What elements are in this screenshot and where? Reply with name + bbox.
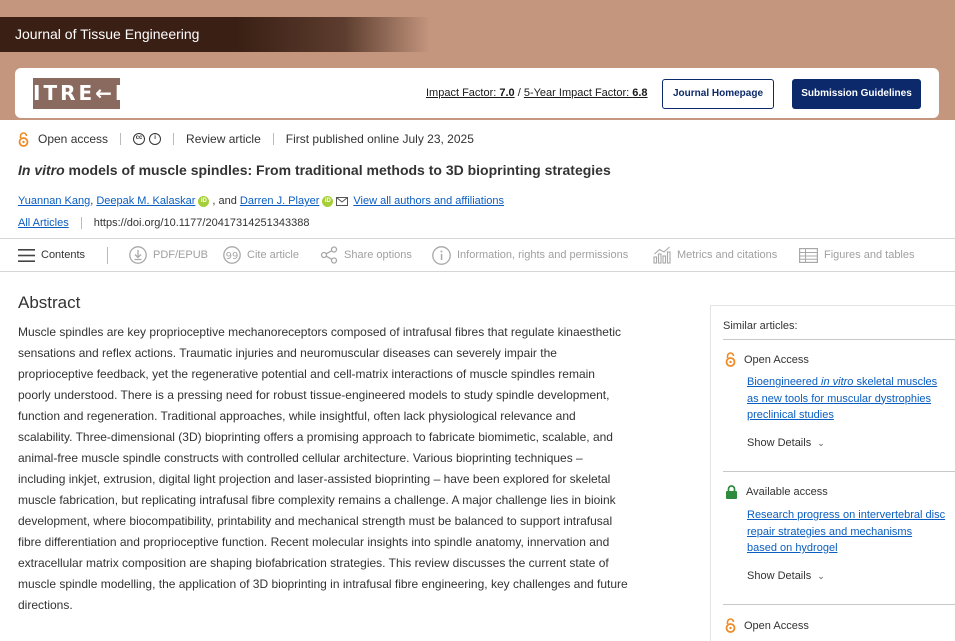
- creative-commons-icon[interactable]: cc: [133, 133, 146, 145]
- information-rights-button[interactable]: Information, rights and permissions: [432, 239, 628, 271]
- journal-logo[interactable]: ITRE←N: [33, 78, 132, 109]
- divider: [120, 133, 122, 145]
- divider: [272, 133, 274, 145]
- open-lock-icon: [725, 618, 736, 633]
- journal-homepage-button[interactable]: Journal Homepage: [662, 79, 774, 109]
- divider: [107, 247, 108, 264]
- share-label: Share options: [344, 249, 412, 261]
- metrics-citations-button[interactable]: Metrics and citations: [653, 239, 777, 271]
- info-icon: [432, 245, 451, 265]
- five-year-impact-label: 5-Year Impact Factor:: [523, 87, 633, 99]
- author-link[interactable]: Yuannan Kang: [18, 195, 90, 207]
- similar-article-link[interactable]: Bioengineered in vitro skeletal muscles …: [747, 374, 952, 424]
- journal-header: ITRE←N Impact Factor: 7.0 / 5-Year Impac…: [15, 68, 939, 118]
- link-text: skeletal muscles: [853, 376, 938, 388]
- author-link[interactable]: Deepak M. Kalaskar: [96, 195, 195, 207]
- menu-icon: [18, 248, 35, 262]
- link-text: preclinical studies: [747, 409, 834, 421]
- impact-factor-value: 7.0: [499, 87, 515, 99]
- doi-text[interactable]: https://doi.org/10.1177/2041731425134338…: [94, 217, 310, 229]
- impact-separator: /: [514, 87, 524, 99]
- article-title: In vitro models of muscle spindles: From…: [18, 162, 611, 178]
- link-text: repair strategies and mechanisms: [747, 525, 913, 538]
- contents-button[interactable]: Contents: [18, 239, 85, 271]
- chevron-down-icon: ⌄: [817, 570, 825, 581]
- and-text: , and: [212, 195, 240, 207]
- five-year-impact-value: 6.8: [632, 87, 648, 99]
- article-meta: Open access cc i Review article First pu…: [18, 130, 474, 148]
- pdf-label: PDF/EPUB: [153, 249, 209, 261]
- divider: [723, 339, 955, 340]
- article-type: Review article: [186, 132, 261, 146]
- submission-guidelines-button[interactable]: Submission Guidelines: [792, 79, 921, 109]
- svg-text:99: 99: [226, 251, 239, 262]
- divider: [723, 604, 955, 605]
- abstract-heading: Abstract: [18, 293, 81, 312]
- published-date: First published online July 23, 2025: [285, 132, 474, 146]
- similar-article-link[interactable]: Research progress on intervertebral disc…: [747, 507, 952, 557]
- access-label: Available access: [746, 486, 828, 498]
- title-rest: models of muscle spindles: From traditio…: [64, 162, 611, 178]
- access-label: Open Access: [744, 353, 809, 366]
- access-indicator: Available access: [725, 485, 828, 499]
- author-list: Yuannan Kang, Deepak M. Kalaskar iD , an…: [18, 195, 505, 207]
- journal-name[interactable]: Journal of Tissue Engineering: [0, 17, 430, 52]
- orcid-icon[interactable]: iD: [322, 195, 334, 207]
- cite-article-button[interactable]: 99 Cite article: [223, 239, 299, 271]
- abstract-text: Muscle spindles are key proprioceptive m…: [18, 325, 628, 612]
- access-indicator: Open Access: [725, 618, 809, 633]
- table-icon: [799, 247, 818, 263]
- divider: [173, 133, 175, 145]
- view-all-authors-link[interactable]: View all authors and affiliations: [353, 195, 504, 207]
- figures-label: Figures and tables: [824, 249, 915, 261]
- quote-icon: 99: [223, 246, 241, 264]
- access-label: Open access: [38, 132, 109, 146]
- share-options-button[interactable]: Share options: [320, 239, 412, 271]
- title-italic: In vitro: [18, 162, 65, 178]
- all-articles-link[interactable]: All Articles: [18, 217, 69, 229]
- figures-tables-button[interactable]: Figures and tables: [799, 239, 915, 271]
- divider: [723, 471, 955, 472]
- bar-chart-icon: [653, 246, 671, 264]
- email-icon[interactable]: [336, 196, 349, 206]
- access-label: Open Access: [744, 619, 809, 632]
- chevron-down-icon: ⌄: [817, 437, 825, 448]
- impact-factor-label: Impact Factor:: [426, 87, 500, 99]
- attribution-icon[interactable]: i: [149, 133, 162, 145]
- cite-label: Cite article: [247, 249, 299, 261]
- open-lock-icon: [725, 352, 736, 367]
- link-text-italic: in vitro: [821, 376, 854, 388]
- divider: [80, 217, 82, 229]
- link-text: Research progress on intervertebral disc: [747, 509, 946, 521]
- link-text: as new tools for muscular dystrophies: [747, 392, 932, 405]
- pdf-epub-button[interactable]: PDF/EPUB: [129, 239, 208, 271]
- show-details-label: Show Details: [747, 570, 812, 582]
- open-lock-icon: [18, 131, 29, 147]
- show-details-button[interactable]: Show Details ⌄: [747, 570, 825, 582]
- article-toolbar: Contents PDF/EPUB 99 Cite article Share …: [0, 238, 955, 272]
- link-text: based on hydrogel: [747, 542, 838, 554]
- show-details-button[interactable]: Show Details ⌄: [747, 437, 825, 449]
- contents-label: Contents: [41, 249, 86, 261]
- orcid-icon[interactable]: iD: [198, 195, 210, 207]
- info-label: Information, rights and permissions: [457, 249, 629, 261]
- download-icon: [129, 246, 147, 264]
- share-icon: [320, 246, 338, 264]
- similar-articles-panel: Similar articles: Open Access Bioenginee…: [710, 305, 955, 641]
- impact-factor[interactable]: Impact Factor: 7.0 / 5-Year Impact Facto…: [426, 87, 648, 99]
- access-indicator: Open Access: [725, 352, 809, 367]
- metrics-label: Metrics and citations: [677, 249, 778, 261]
- doi-row: All Articles https://doi.org/10.1177/204…: [18, 217, 309, 229]
- author-link[interactable]: Darren J. Player: [240, 195, 319, 207]
- lock-icon: [726, 485, 737, 499]
- similar-articles-heading: Similar articles:: [723, 320, 798, 332]
- link-text: Bioengineered: [747, 376, 822, 388]
- show-details-label: Show Details: [747, 437, 812, 449]
